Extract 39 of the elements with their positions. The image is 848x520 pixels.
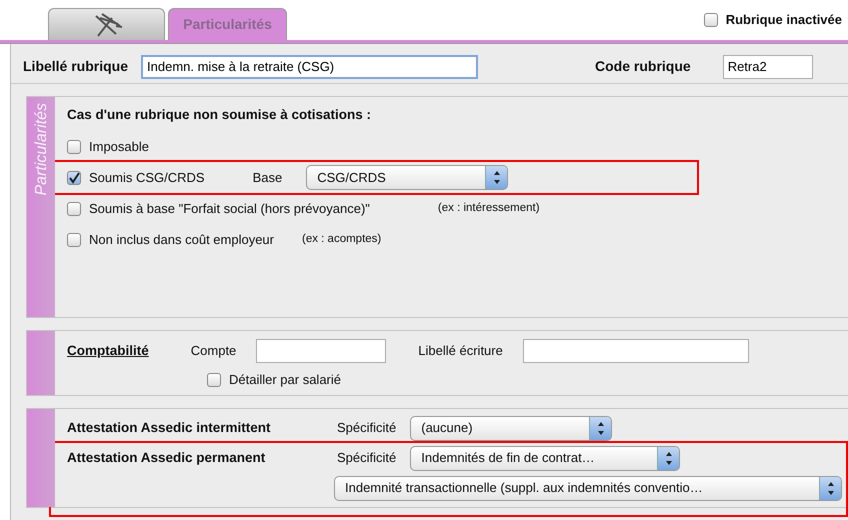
field-label: Compte — [190, 342, 236, 360]
checkbox[interactable] — [67, 232, 81, 247]
field-label: Spécificité — [337, 419, 396, 438]
dropdown[interactable]: CSG/CRDS — [306, 165, 508, 190]
checkbox[interactable] — [704, 12, 718, 27]
field-label: Base — [252, 169, 282, 187]
checkbox[interactable] — [207, 373, 221, 387]
checkbox[interactable] — [67, 140, 81, 154]
section-title: Cas d'une rubrique non soumise à cotisations : — [67, 106, 372, 124]
stepper-icon — [657, 446, 680, 470]
field-label: Code rubrique — [595, 57, 691, 76]
section-title: Comptabilité — [67, 342, 149, 360]
checkbox-label[interactable]: Imposable — [89, 137, 149, 156]
stepper-icon — [589, 416, 612, 440]
checkbox-label[interactable]: Soumis CSG/CRDS — [89, 168, 205, 188]
text-field[interactable] — [522, 339, 749, 363]
tab[interactable] — [48, 8, 165, 40]
checkbox-label[interactable]: Non inclus dans coût employeur — [89, 230, 274, 250]
checkbox-label[interactable]: Soumis à base "Forfait social (hors prévoyance)" — [89, 199, 370, 218]
checkbox-label[interactable]: Rubrique inactivée — [726, 10, 842, 30]
field-label: Spécificité — [337, 449, 396, 468]
text-field[interactable]: Indemn. mise à la retraite (CSG) — [141, 54, 478, 78]
dropdown[interactable]: Indemnités de fin de contrat… — [410, 446, 680, 470]
checkbox[interactable] — [67, 170, 81, 185]
field-label: Libellé écriture — [418, 342, 503, 360]
vertical-label: Particularités — [32, 103, 51, 196]
text-field[interactable] — [256, 339, 386, 363]
hint-text: (ex : acomptes) — [302, 232, 382, 248]
checkbox-label[interactable]: Détailler par salarié — [229, 370, 341, 390]
checkbox[interactable] — [67, 202, 81, 216]
dropdown[interactable]: (aucune) — [410, 416, 612, 440]
field-label: Libellé rubrique — [23, 57, 128, 76]
stepper-icon — [819, 476, 841, 500]
text-field[interactable]: Retra2 — [722, 54, 813, 78]
hint-text: (ex : intéressement) — [438, 201, 540, 216]
row-label: Attestation Assedic permanent — [67, 448, 266, 467]
stepper-icon — [485, 166, 508, 190]
row-label: Attestation Assedic intermittent — [67, 418, 272, 437]
dropdown[interactable]: Indemnité transactionnelle (suppl. aux indemnités conventio… — [334, 476, 842, 500]
